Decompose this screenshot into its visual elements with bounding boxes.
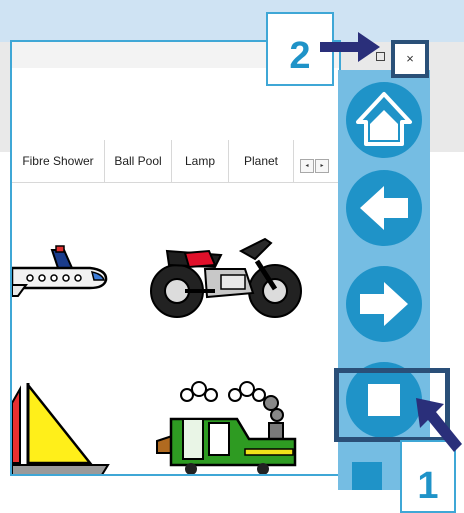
chevron-right-icon: ▸: [320, 163, 324, 169]
aeroplane-symbol[interactable]: [12, 238, 112, 298]
partial-sidebar-icon: [352, 462, 382, 490]
motorbike-symbol[interactable]: [145, 231, 305, 323]
forward-button[interactable]: [346, 266, 422, 342]
tab-label: Planet: [243, 154, 279, 168]
back-button[interactable]: [346, 170, 422, 246]
tab-label: Lamp: [184, 154, 216, 168]
tab-scroll-right-button[interactable]: ▸: [315, 159, 329, 173]
tab-ball-pool[interactable]: Ball Pool: [105, 140, 172, 182]
home-button[interactable]: [346, 82, 422, 158]
close-icon: ×: [406, 51, 414, 66]
tab-fibre-shower[interactable]: Fibre Shower: [12, 140, 105, 182]
tab-scroll-left-button[interactable]: ◂: [300, 159, 314, 173]
tab-lamp[interactable]: Lamp: [172, 140, 229, 182]
tab-label: Fibre Shower: [22, 154, 94, 168]
arrow-right-callout-icon: [320, 32, 380, 62]
symbol-window: Fibre Shower Ball Pool Lamp Planet ◂ ▸: [10, 40, 341, 476]
callout-number-1: 1: [417, 465, 439, 507]
desktop-top-band: [0, 0, 464, 42]
symbol-grid: [12, 183, 339, 476]
arrow-left-icon: [360, 186, 408, 230]
train-symbol[interactable]: [145, 373, 310, 476]
close-button[interactable]: ×: [391, 40, 429, 78]
tab-bar: Fibre Shower Ball Pool Lamp Planet ◂ ▸: [12, 140, 339, 183]
tab-label: Ball Pool: [114, 154, 162, 168]
arrow-right-icon: [360, 282, 408, 326]
tab-planet[interactable]: Planet: [229, 140, 294, 182]
arrow-up-left-callout-icon: [416, 398, 462, 452]
sailboat-symbol[interactable]: [12, 383, 112, 476]
home-icon: [356, 92, 412, 146]
chevron-left-icon: ◂: [305, 163, 309, 169]
